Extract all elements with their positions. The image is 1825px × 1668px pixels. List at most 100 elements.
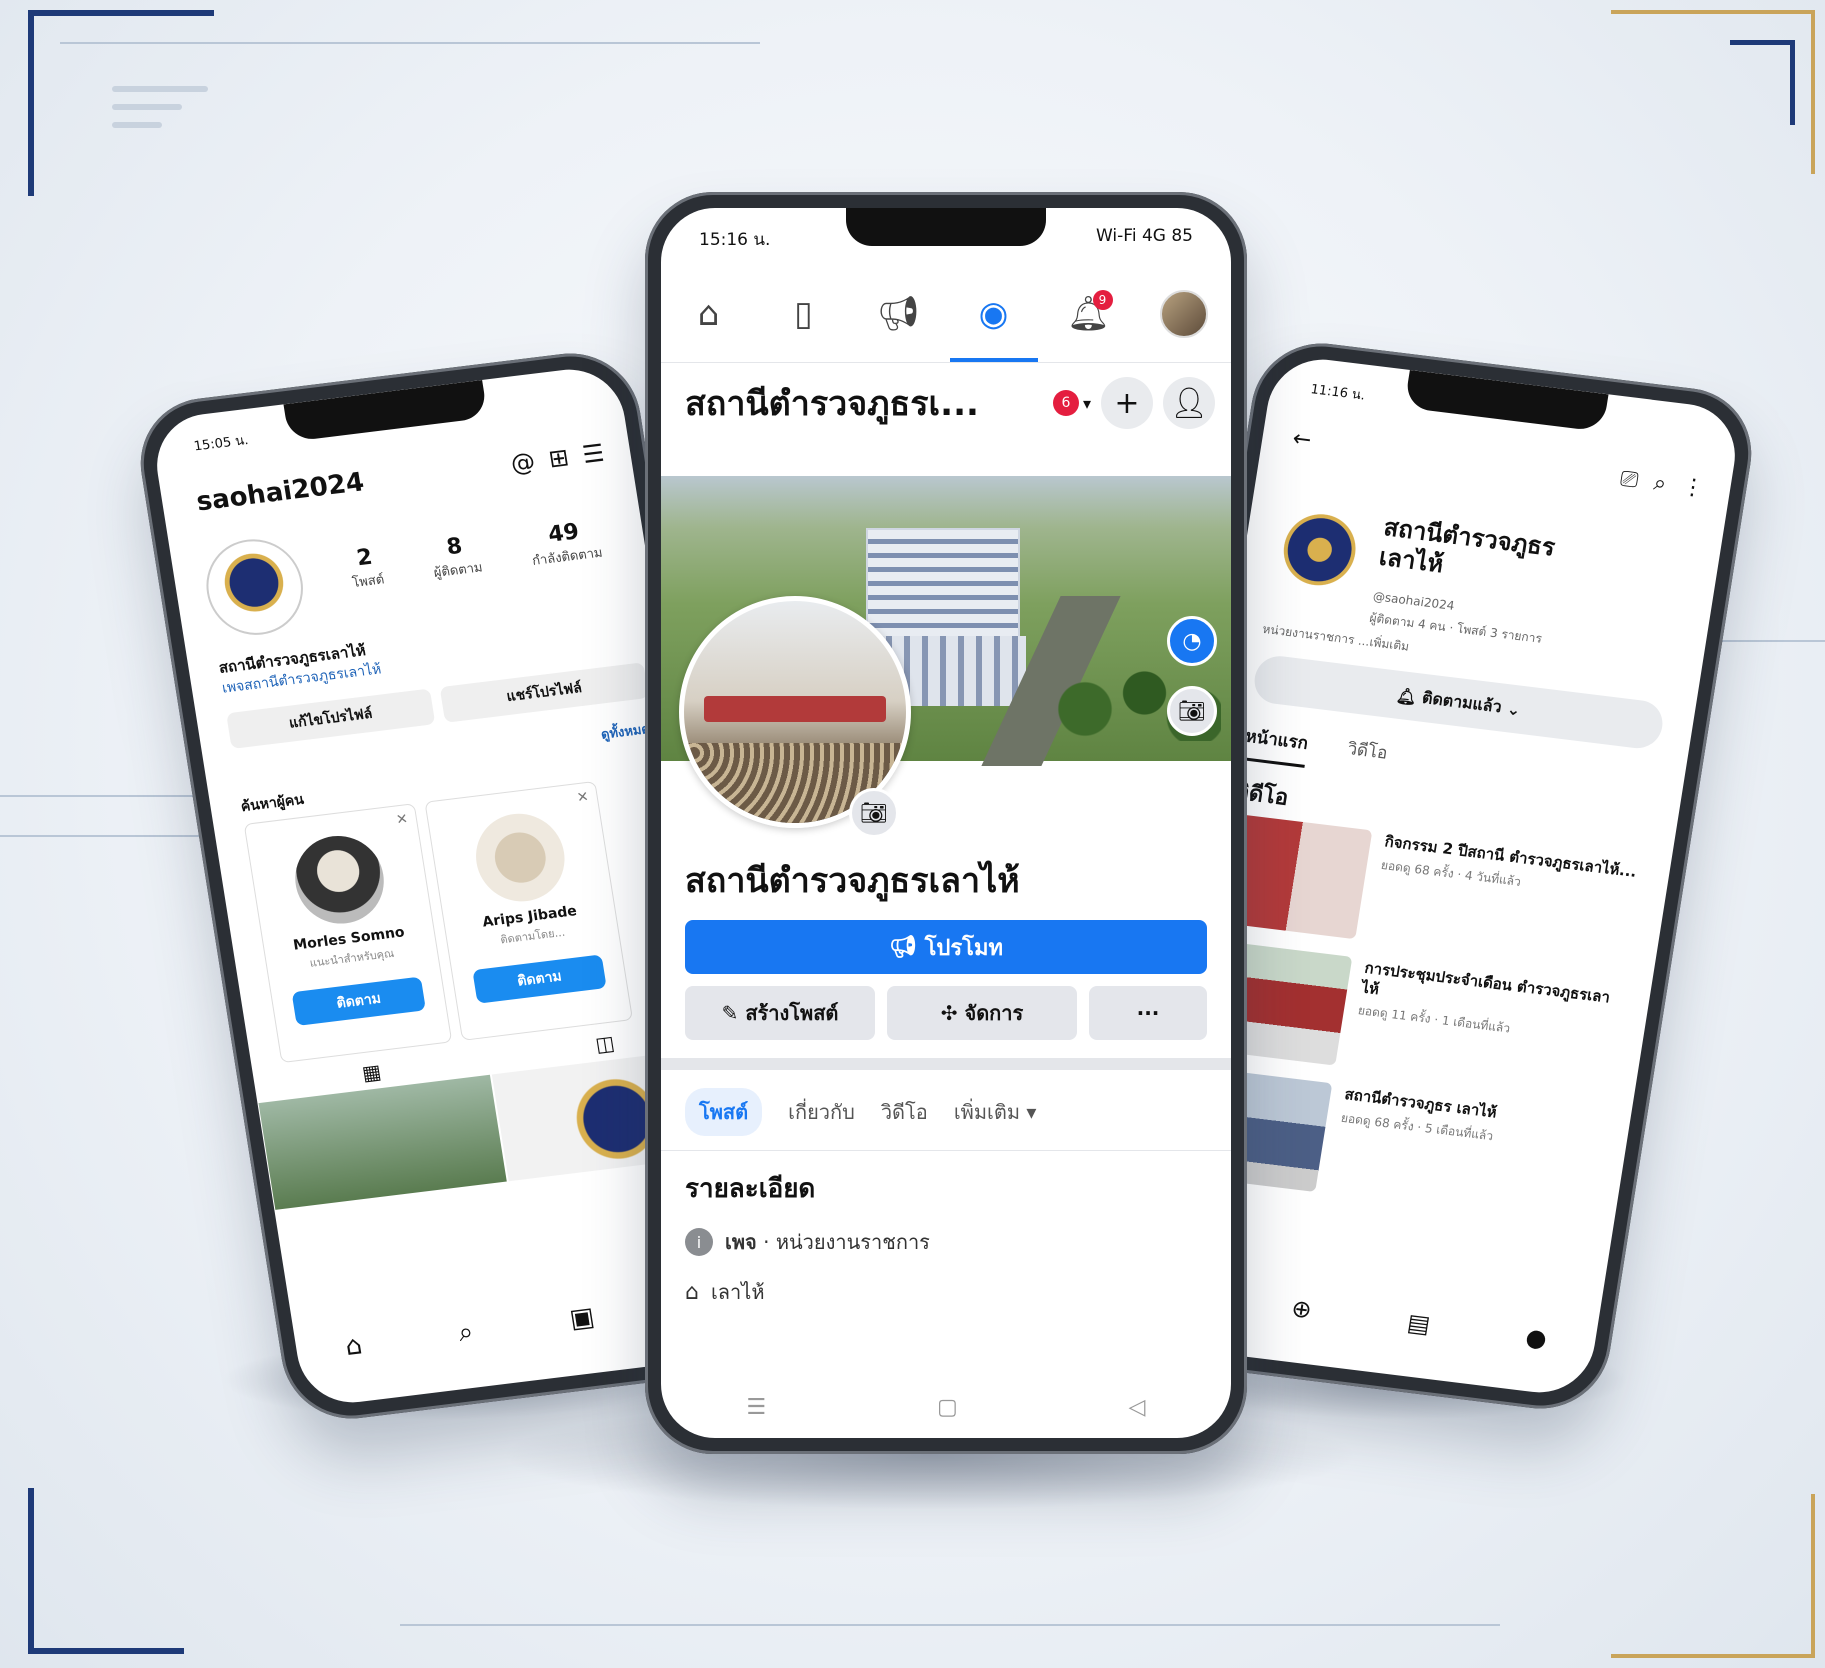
channel-tabs: หน้าแรก วิดีโอ [1241, 722, 1390, 778]
suggested-avatar [469, 808, 571, 907]
manage-icon: ✣ [940, 1001, 965, 1025]
close-icon[interactable]: ✕ [395, 811, 409, 828]
profile-stats: 2 โพสต์ 8 ผู้ติดตาม 49 กำลังติดตาม [322, 514, 629, 596]
tagged-icon[interactable]: ◫ [594, 1031, 617, 1057]
megaphone-icon[interactable]: 📢︎ [873, 288, 925, 340]
close-icon[interactable]: ✕ [576, 789, 590, 806]
follow-button[interactable]: ติดตาม [291, 976, 426, 1026]
section-divider [661, 1058, 1231, 1070]
details-title: รายละเอียด [685, 1174, 816, 1204]
video-icon[interactable]: ▯ [778, 288, 830, 340]
tab-more[interactable]: เพิ่มเติม ▾ [954, 1096, 1037, 1128]
camera-icon[interactable]: 📷︎ [849, 788, 899, 838]
edit-icon: ✎ [721, 1001, 746, 1025]
status-time: 15:16 น. [699, 230, 771, 250]
notch [283, 379, 489, 442]
back-triangle-icon[interactable]: ◁ [1129, 1395, 1146, 1420]
info-label: เพจ [725, 1230, 757, 1254]
frame-corner-bl [28, 1488, 184, 1654]
grid-icon[interactable]: ▦ [360, 1059, 383, 1085]
switch-badge[interactable]: 6 [1052, 390, 1079, 416]
camera-icon[interactable]: 📷︎ [1167, 686, 1217, 736]
tab-videos[interactable]: วิดีโอ [881, 1096, 928, 1128]
edit-profile-button[interactable]: แก้ไขโปรไฟล์ [226, 688, 436, 750]
see-all-link[interactable]: ดูทั้งหมด [599, 718, 651, 745]
share-profile-button[interactable]: แชร์โปรไฟล์ [439, 662, 649, 723]
home-icon[interactable]: ⌂ [343, 1330, 364, 1363]
add-icon[interactable]: + [1101, 377, 1153, 429]
promote-label: โปรโมท [924, 935, 1003, 961]
suggested-card[interactable]: ✕ Arips Jibade ติดตามโดย... ติดตาม [424, 780, 634, 1041]
status-time: 11:16 น. [1309, 382, 1367, 404]
stat-label: โพสต์ [351, 572, 386, 592]
tab-posts[interactable]: โพสต์ [685, 1088, 763, 1136]
reels-icon[interactable]: ▣ [568, 1302, 597, 1336]
frame-corner-br [1611, 1494, 1815, 1658]
stat-followers[interactable]: 8 ผู้ติดตาม [428, 532, 484, 583]
frame-line-bottom [400, 1624, 1500, 1626]
location-icon: ⌂ [685, 1279, 699, 1305]
username[interactable]: saohai2024 [194, 451, 499, 517]
info-value: · หน่วยงานราชการ [763, 1230, 930, 1254]
suggested-avatar [288, 830, 391, 929]
subscribed-label: ติดตามแล้ว [1420, 687, 1504, 716]
info-icon: i [685, 1228, 713, 1256]
back-arrow-icon[interactable]: ← [1291, 426, 1313, 453]
tab-home[interactable]: หน้าแรก [1241, 722, 1311, 768]
top-nav: ⌂ ▯ 📢︎ ◉ 🔔︎ 9 [661, 266, 1231, 363]
page-title: สถานีตำรวจภูธรเ... [685, 384, 979, 424]
page-name: สถานีตำรวจภูธรเลาไห้ [685, 861, 1020, 901]
manage-label: จัดการ [964, 1001, 1024, 1025]
chevron-down-icon: ⌄ [1500, 698, 1522, 720]
frame-corner-tr-inner [1730, 40, 1795, 125]
threads-icon[interactable]: @ [509, 447, 537, 478]
follow-button[interactable]: ติดตาม [472, 954, 607, 1004]
frame-corner-tl [28, 10, 214, 196]
avatar-image [1159, 290, 1208, 338]
suggested-card[interactable]: ✕ Morles Somno แนะนำสำหรับคุณ ติดตาม [243, 803, 453, 1064]
channel-logo [1268, 505, 1370, 603]
bell-icon[interactable]: 🔔︎ 9 [1063, 288, 1115, 340]
subscriptions-icon[interactable]: ▤ [1405, 1308, 1432, 1338]
promote-button[interactable]: 📢︎ โปรโมท [685, 920, 1207, 974]
frame-line-top [60, 42, 760, 44]
create-icon[interactable]: ⊕ [1289, 1294, 1313, 1324]
cast-icon[interactable]: ⎚ [1619, 467, 1640, 494]
more-vertical-icon[interactable]: ⋮ [1680, 474, 1706, 501]
stat-following[interactable]: 49 กำลังติดตาม [527, 517, 604, 571]
create-post-button[interactable]: ✎ สร้างโพสต์ [685, 986, 875, 1040]
add-post-icon[interactable]: ⊞ [547, 443, 571, 473]
home-square-icon[interactable]: ▢ [937, 1395, 958, 1420]
notification-badge: 9 [1092, 290, 1113, 310]
tab-videos[interactable]: วิดีโอ [1344, 735, 1390, 777]
home-icon[interactable]: ⌂ [683, 288, 735, 340]
post-thumbnail[interactable] [258, 1074, 507, 1210]
create-post-label: สร้างโพสต์ [745, 1001, 839, 1025]
chevron-down-icon[interactable]: ▾ [1083, 394, 1091, 413]
account-icon[interactable]: ● [1524, 1323, 1549, 1353]
recent-apps-icon[interactable]: ☰ [746, 1395, 766, 1420]
page-tabs: โพสต์ เกี่ยวกับ วิดีโอ เพิ่มเติม ▾ [685, 1086, 1207, 1138]
facebook-screen: 15:16 น. Wi-Fi 4G 85 ⌂ ▯ 📢︎ ◉ 🔔︎ 9 สถานีต… [661, 208, 1231, 1438]
profile-picture[interactable] [199, 533, 310, 641]
action-row: ✎ สร้างโพสต์ ✣ จัดการ ··· [685, 986, 1207, 1040]
notch [846, 208, 1046, 246]
system-nav: ☰ ▢ ◁ [661, 1395, 1231, 1420]
switch-profile-icon[interactable]: 👤︎ [1163, 377, 1215, 429]
avatar[interactable] [1158, 288, 1210, 340]
tab-about[interactable]: เกี่ยวกับ [788, 1096, 855, 1128]
channel-handle: @saohai2024 [1371, 589, 1456, 613]
messenger-icon[interactable]: ◔ [1167, 616, 1217, 666]
status-time: 15:05 น. [192, 432, 250, 455]
search-icon[interactable]: ⌕ [456, 1317, 475, 1349]
profile-header: saohai2024 @ ⊞ ☰ [194, 438, 606, 518]
search-icon[interactable]: ⌕ [1652, 471, 1668, 497]
menu-icon[interactable]: ☰ [580, 439, 606, 469]
status-icons: Wi-Fi 4G 85 [1096, 226, 1193, 246]
profile-icon[interactable]: ◉ [949, 288, 1038, 362]
stat-posts[interactable]: 2 โพสต์ [347, 544, 386, 593]
more-button[interactable]: ··· [1089, 986, 1207, 1040]
bell-icon: 🔔︎ [1395, 685, 1424, 708]
cover-building [866, 528, 1020, 642]
manage-button[interactable]: ✣ จัดการ [887, 986, 1077, 1040]
